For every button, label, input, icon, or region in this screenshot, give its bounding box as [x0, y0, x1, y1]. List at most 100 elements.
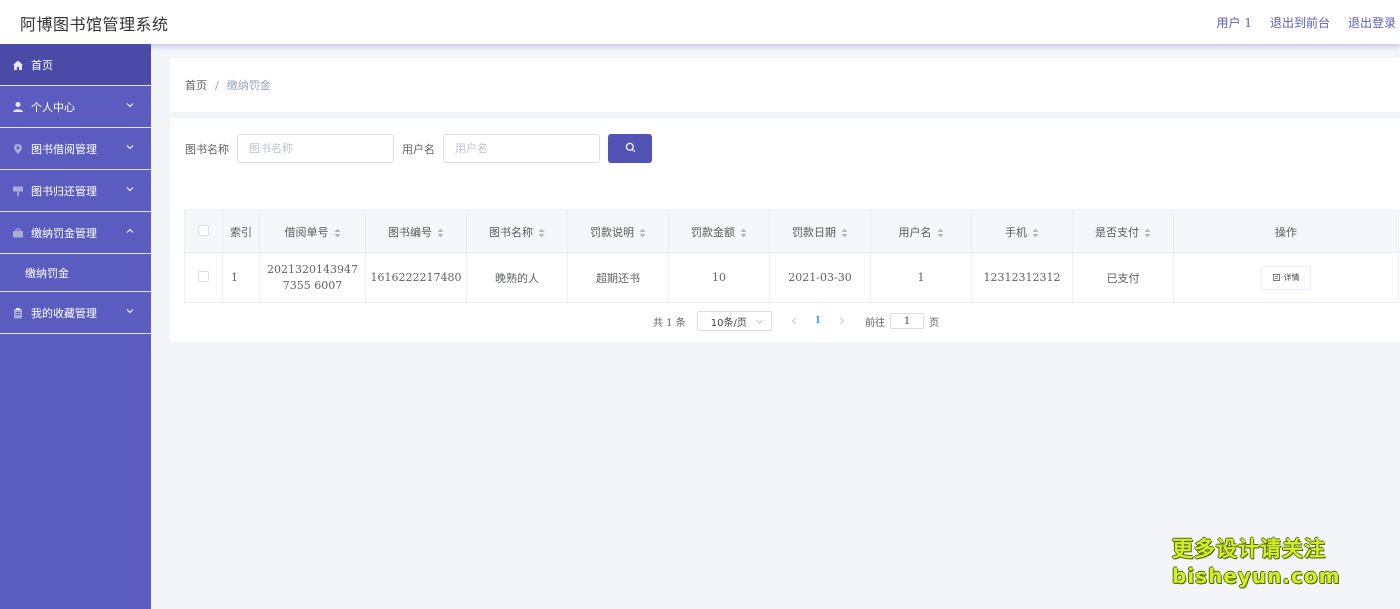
sidebar-item-label: 图书借阅管理 — [31, 142, 97, 156]
cell-book-name: 晚熟的人 — [466, 252, 568, 303]
cell-actions: 详情 — [1173, 252, 1399, 303]
sort-icon[interactable] — [538, 228, 545, 238]
sidebar-item-home[interactable]: 首页 — [0, 44, 151, 86]
search-form: 图书名称 用户名 — [185, 134, 652, 163]
cell-amount: 10 — [668, 252, 770, 303]
next-page-button[interactable] — [836, 315, 848, 327]
cell-book-no: 1616222217480 — [365, 252, 467, 303]
watermark: 更多设计请关注 bisheyun.com — [1172, 533, 1340, 588]
select-all-cell — [184, 210, 223, 253]
sidebar-item-label: 缴纳罚金管理 — [31, 226, 97, 240]
page-number-current[interactable]: 1 — [815, 316, 821, 326]
app-title: 阿博图书馆管理系统 — [20, 15, 169, 34]
sort-icon[interactable] — [937, 228, 944, 238]
breadcrumb-current: 缴纳罚金 — [226, 79, 271, 92]
user-icon — [12, 101, 24, 113]
breadcrumb-home[interactable]: 首页 — [185, 77, 207, 93]
detail-button[interactable]: 详情 — [1261, 265, 1311, 290]
sidebar-item-fines-management[interactable]: 缴纳罚金管理 — [0, 212, 151, 254]
row-checkbox[interactable] — [198, 270, 209, 282]
column-header-borrow-no[interactable]: 借阅单号 — [259, 210, 366, 253]
briefcase-icon — [12, 227, 24, 239]
top-header: 阿博图书馆管理系统 用户 1 退出到前台 退出登录 — [0, 0, 1400, 44]
sort-icon[interactable] — [639, 228, 646, 238]
table-header-row: 索引 借阅单号 图书编号 图书名称 罚款说明 罚款金额 罚款日期 用户名 手机 … — [184, 210, 1399, 253]
sidebar: 首页 个人中心 图书借阅管理 图书归还管理 缴纳罚金管理 缴纳罚金 我的收藏管理 — [0, 44, 151, 609]
pin-icon — [12, 143, 24, 155]
page-unit-label: 页 — [929, 317, 939, 329]
cell-paid: 已支付 — [1072, 252, 1174, 303]
sidebar-item-label: 个人中心 — [31, 100, 75, 114]
column-header-phone[interactable]: 手机 — [971, 210, 1073, 253]
page-size-value: 10条/页 — [710, 317, 747, 329]
cell-borrow-no: 20213201439477355 6007 — [259, 252, 366, 303]
clipboard-icon — [12, 307, 24, 319]
cell-date: 2021-03-30 — [769, 252, 871, 303]
sort-icon[interactable] — [740, 228, 747, 238]
home-icon — [12, 59, 24, 71]
watermark-line-1: 更多设计请关注 — [1172, 537, 1326, 561]
fines-table: 索引 借阅单号 图书编号 图书名称 罚款说明 罚款金额 罚款日期 用户名 手机 … — [184, 210, 1399, 303]
chevron-down-icon — [125, 142, 135, 152]
column-header-index: 索引 — [222, 210, 260, 253]
book-name-label: 图书名称 — [185, 142, 229, 156]
cell-username: 1 — [870, 252, 972, 303]
chevron-up-icon — [125, 226, 135, 236]
content-card: 图书名称 用户名 索引 借阅单号 图书编号 图书名称 罚款说明 罚款金额 罚 — [170, 118, 1400, 342]
sidebar-item-label: 图书归还管理 — [31, 184, 97, 198]
cell-reason: 超期还书 — [567, 252, 669, 303]
top-links: 用户 1 退出到前台 退出登录 — [1217, 14, 1396, 31]
chevron-down-icon — [125, 100, 135, 110]
sort-icon[interactable] — [841, 228, 848, 238]
row-select-cell — [184, 252, 223, 303]
column-header-book-name[interactable]: 图书名称 — [466, 210, 568, 253]
select-all-checkbox[interactable] — [198, 224, 209, 236]
search-icon — [625, 141, 636, 156]
pagination: 共 1 条 10条/页 1 前往 页 — [653, 311, 939, 331]
current-user-link[interactable]: 用户 1 — [1217, 14, 1252, 31]
sort-icon[interactable] — [437, 228, 444, 238]
column-header-username[interactable]: 用户名 — [870, 210, 972, 253]
column-header-book-no[interactable]: 图书编号 — [365, 210, 467, 253]
sidebar-item-return-management[interactable]: 图书归还管理 — [0, 170, 151, 212]
document-icon — [1272, 274, 1280, 281]
chevron-down-icon — [125, 184, 135, 194]
column-header-reason[interactable]: 罚款说明 — [567, 210, 669, 253]
chevron-down-icon — [755, 319, 763, 324]
sidebar-item-personal-center[interactable]: 个人中心 — [0, 86, 151, 128]
sidebar-item-borrow-management[interactable]: 图书借阅管理 — [0, 128, 151, 170]
sign-icon — [12, 185, 24, 197]
sidebar-item-favorites-management[interactable]: 我的收藏管理 — [0, 292, 151, 334]
cell-index: 1 — [222, 252, 260, 303]
column-header-amount[interactable]: 罚款金额 — [668, 210, 770, 253]
search-button[interactable] — [608, 134, 652, 163]
breadcrumb-separator: / — [215, 78, 219, 92]
watermark-line-2: bisheyun.com — [1172, 564, 1341, 588]
chevron-down-icon — [125, 306, 135, 316]
pagination-total: 共 1 条 — [653, 317, 686, 329]
cell-phone: 12312312312 — [971, 252, 1073, 303]
username-label: 用户名 — [402, 142, 435, 156]
sidebar-item-label: 我的收藏管理 — [31, 306, 97, 320]
logout-link[interactable]: 退出登录 — [1348, 14, 1396, 31]
table-row: 1 20213201439477355 6007 1616222217480 晚… — [184, 252, 1399, 303]
goto-label: 前往 — [865, 317, 885, 329]
sidebar-subitem-pay-fines[interactable]: 缴纳罚金 — [0, 254, 151, 292]
back-to-front-link[interactable]: 退出到前台 — [1270, 14, 1330, 31]
chevron-left-icon — [791, 317, 796, 325]
book-name-input[interactable] — [237, 134, 394, 163]
detail-button-label: 详情 — [1283, 273, 1300, 282]
goto-page-input[interactable] — [890, 313, 924, 329]
page-size-select[interactable]: 10条/页 — [696, 311, 772, 331]
column-header-actions: 操作 — [1173, 210, 1399, 253]
sidebar-item-label: 首页 — [31, 58, 53, 72]
column-header-paid[interactable]: 是否支付 — [1072, 210, 1174, 253]
chevron-right-icon — [840, 317, 845, 325]
sort-icon[interactable] — [1032, 228, 1039, 238]
sort-icon[interactable] — [334, 228, 341, 238]
username-input[interactable] — [443, 134, 600, 163]
breadcrumb: 首页 / 缴纳罚金 — [170, 58, 1400, 112]
column-header-date[interactable]: 罚款日期 — [769, 210, 871, 253]
sort-icon[interactable] — [1144, 228, 1151, 238]
prev-page-button[interactable] — [788, 315, 800, 327]
